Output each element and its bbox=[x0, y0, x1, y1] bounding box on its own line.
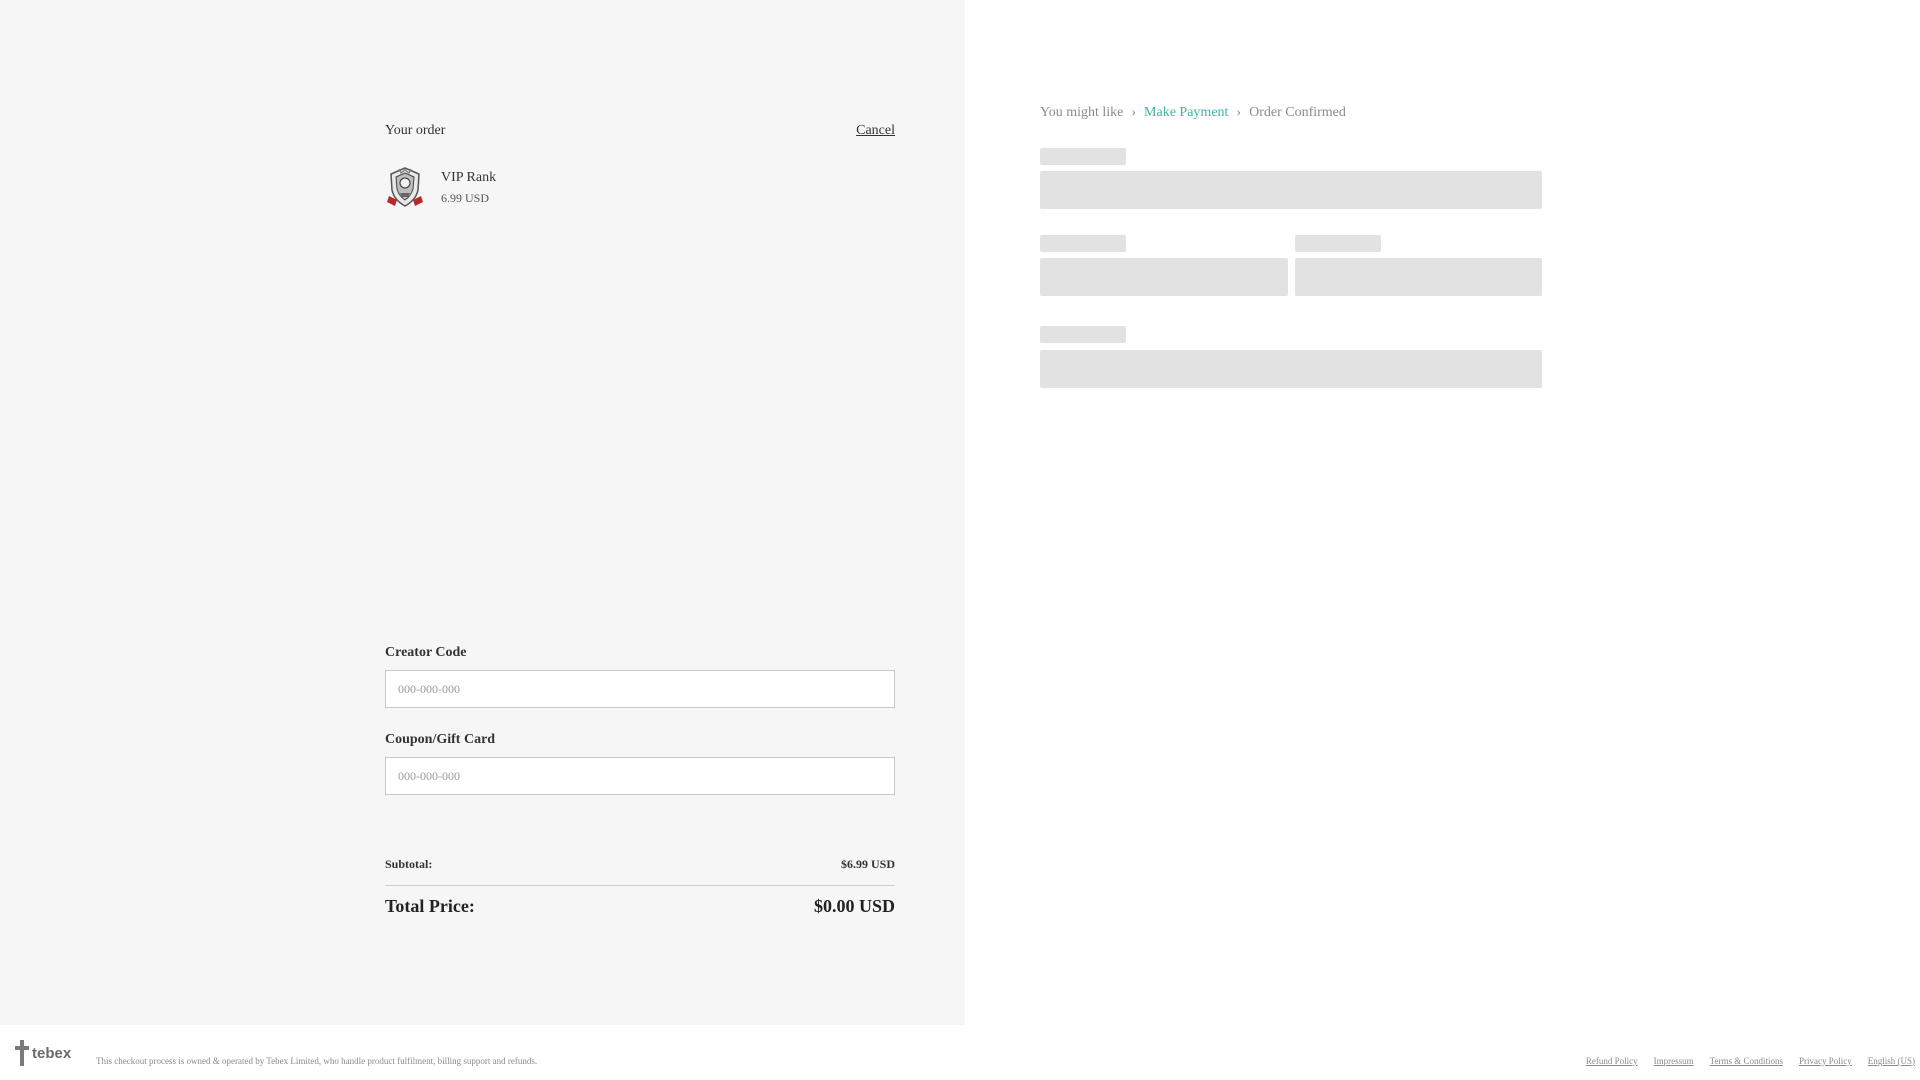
breadcrumb-you-might-like[interactable]: You might like bbox=[1040, 105, 1123, 121]
footer-link-refund-policy[interactable]: Refund Policy bbox=[1586, 1056, 1638, 1066]
breadcrumb-order-confirmed[interactable]: Order Confirmed bbox=[1249, 105, 1346, 121]
footer-link-impressum[interactable]: Impressum bbox=[1654, 1056, 1694, 1066]
footer-links: Refund Policy Impressum Terms & Conditio… bbox=[1570, 1056, 1915, 1066]
breadcrumb-make-payment[interactable]: Make Payment bbox=[1144, 105, 1228, 121]
footer-link-terms[interactable]: Terms & Conditions bbox=[1710, 1056, 1783, 1066]
order-title: Your order bbox=[385, 123, 446, 138]
footer-link-language[interactable]: English (US) bbox=[1868, 1056, 1915, 1066]
coupon-label: Coupon/Gift Card bbox=[385, 732, 496, 747]
subtotal-row: Subtotal: $6.99 USD bbox=[385, 857, 895, 872]
total-value: $0.00 USD bbox=[813, 896, 895, 916]
order-item-details: VIP Rank 6.99 USD bbox=[441, 168, 496, 206]
skeleton-label bbox=[1040, 235, 1126, 252]
breadcrumb-separator-icon: › bbox=[1236, 105, 1242, 120]
coupon-input[interactable] bbox=[385, 757, 895, 795]
skeleton-input bbox=[1295, 258, 1542, 296]
totals-divider bbox=[385, 885, 895, 886]
tebex-logo-text: tebex bbox=[32, 1044, 72, 1062]
footer-disclaimer: This checkout process is owned & operate… bbox=[96, 1056, 538, 1066]
tebex-logo-icon bbox=[15, 1040, 29, 1066]
skeleton-label bbox=[1295, 235, 1381, 252]
skeleton-input bbox=[1040, 258, 1288, 296]
footer: tebex This checkout process is owned & o… bbox=[0, 1025, 1920, 1080]
tebex-logo[interactable]: tebex bbox=[15, 1040, 71, 1066]
total-row: Total Price: $0.00 USD bbox=[385, 896, 895, 917]
order-header: Your order Cancel bbox=[385, 123, 895, 139]
skeleton-input bbox=[1040, 171, 1542, 209]
breadcrumb-separator-icon: › bbox=[1131, 105, 1137, 120]
skeleton-label bbox=[1040, 326, 1126, 343]
vip-rank-shield-icon bbox=[387, 167, 423, 207]
subtotal-label: Subtotal: bbox=[385, 857, 433, 871]
checkout-breadcrumb: You might like › Make Payment › Order Co… bbox=[1040, 105, 1346, 121]
cancel-link[interactable]: Cancel bbox=[856, 123, 895, 139]
item-name: VIP Rank bbox=[441, 170, 497, 185]
footer-link-privacy-policy[interactable]: Privacy Policy bbox=[1799, 1056, 1852, 1066]
creator-code-input[interactable] bbox=[385, 670, 895, 708]
skeleton-input bbox=[1040, 350, 1542, 388]
order-summary-panel: Your order Cancel VIP Rank 6.99 USD Crea… bbox=[0, 0, 965, 1025]
subtotal-value: $6.99 USD bbox=[840, 857, 895, 871]
item-price: 6.99 USD bbox=[441, 191, 490, 205]
skeleton-label bbox=[1040, 148, 1126, 165]
order-item: VIP Rank 6.99 USD bbox=[385, 166, 496, 208]
creator-code-label: Creator Code bbox=[385, 645, 467, 660]
total-label: Total Price: bbox=[385, 896, 475, 916]
